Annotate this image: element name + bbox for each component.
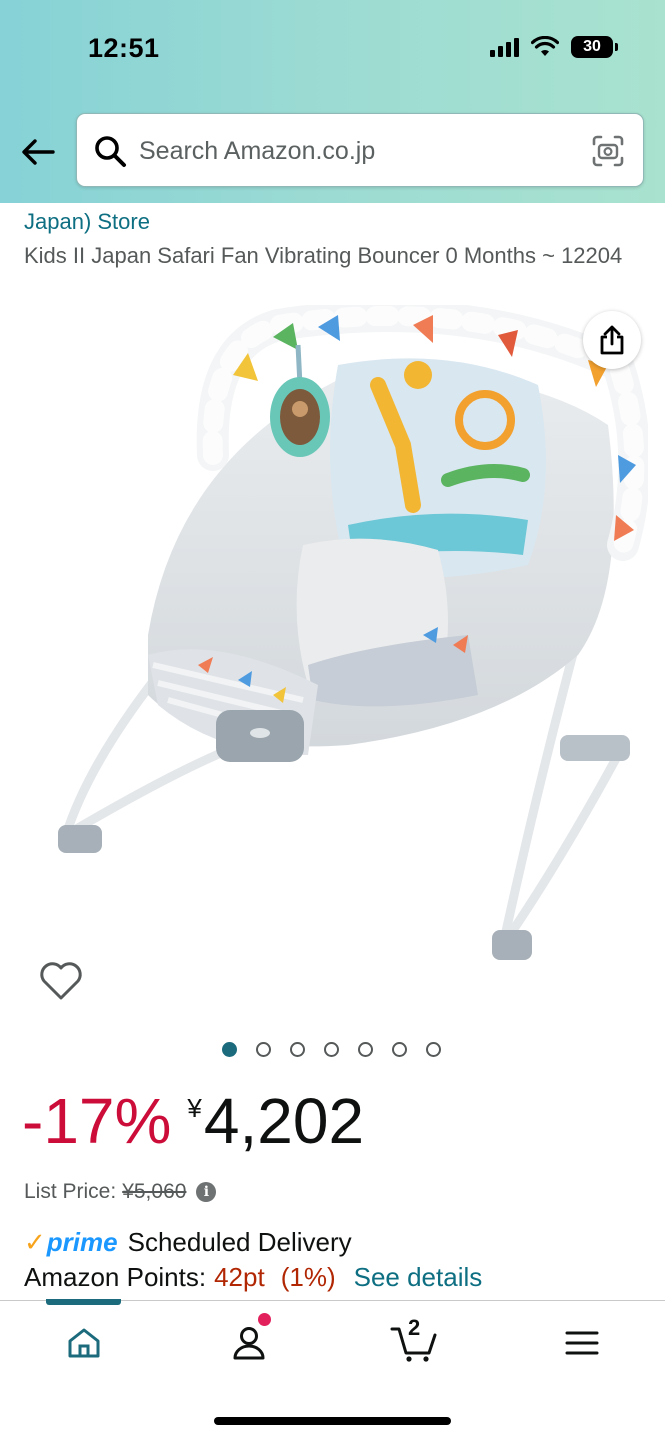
signal-icon	[490, 37, 519, 57]
points-percent: (1%)	[280, 1262, 336, 1292]
heart-icon	[40, 962, 82, 1000]
image-dot[interactable]	[358, 1042, 373, 1057]
see-details-link[interactable]: See details	[354, 1262, 483, 1293]
prime-check-icon: ✓	[24, 1227, 46, 1257]
currency-symbol: ¥	[187, 1093, 202, 1123]
info-icon[interactable]: i	[196, 1182, 217, 1202]
product-image[interactable]	[18, 305, 648, 1010]
search-icon	[95, 136, 126, 167]
list-price-label: List Price:	[24, 1180, 117, 1203]
home-indicator	[214, 1417, 451, 1425]
prime-delivery: ✓ prime Scheduled Delivery	[24, 1227, 352, 1258]
status-time: 12:51	[88, 33, 160, 63]
nav-home[interactable]	[54, 1321, 114, 1365]
image-dot[interactable]	[426, 1042, 441, 1057]
search-bar[interactable]	[76, 113, 644, 187]
share-icon	[600, 325, 624, 355]
points-label: Amazon Points:	[24, 1262, 207, 1292]
search-input[interactable]	[139, 128, 579, 174]
discount-percent: -17%	[22, 1085, 172, 1157]
status-icons: 30	[490, 36, 618, 58]
header: 12:51 30	[0, 0, 665, 203]
image-dot[interactable]	[256, 1042, 271, 1057]
list-price: List Price: ¥5,060 i	[24, 1180, 217, 1204]
user-icon	[233, 1327, 265, 1360]
share-button[interactable]	[583, 311, 641, 369]
prime-label: prime	[46, 1227, 118, 1257]
delivery-text: Scheduled Delivery	[127, 1227, 352, 1257]
product-title: Kids II Japan Safari Fan Vibrating Bounc…	[24, 243, 623, 268]
wifi-icon	[531, 36, 559, 56]
list-price-value: ¥5,060	[122, 1180, 187, 1203]
image-pagination	[222, 1042, 441, 1057]
points-row: Amazon Points: 42pt (1%) See details	[24, 1262, 482, 1293]
camera-search-icon[interactable]	[591, 134, 625, 168]
back-arrow-icon	[22, 139, 55, 165]
image-dot[interactable]	[324, 1042, 339, 1057]
nav-menu[interactable]	[552, 1321, 612, 1365]
price-amount: 4,202	[203, 1085, 365, 1157]
battery-icon: 30	[571, 36, 618, 58]
notification-dot	[258, 1313, 271, 1326]
hamburger-menu-icon	[565, 1331, 599, 1355]
prime-logo: ✓ prime	[24, 1227, 118, 1258]
nav-account[interactable]	[219, 1313, 279, 1365]
image-dot[interactable]	[290, 1042, 305, 1057]
points-value: 42pt	[214, 1262, 265, 1292]
cart-count: 2	[408, 1315, 421, 1340]
home-icon	[68, 1328, 100, 1358]
store-link[interactable]: Japan) Store	[24, 209, 150, 235]
active-tab-indicator	[46, 1299, 121, 1305]
price-row: -17% ¥ 4,202	[22, 1083, 364, 1159]
nav-cart[interactable]: 2	[384, 1315, 444, 1365]
image-dot[interactable]	[222, 1042, 237, 1057]
image-dot[interactable]	[392, 1042, 407, 1057]
back-button[interactable]	[18, 134, 58, 170]
wishlist-button[interactable]	[38, 960, 84, 1002]
